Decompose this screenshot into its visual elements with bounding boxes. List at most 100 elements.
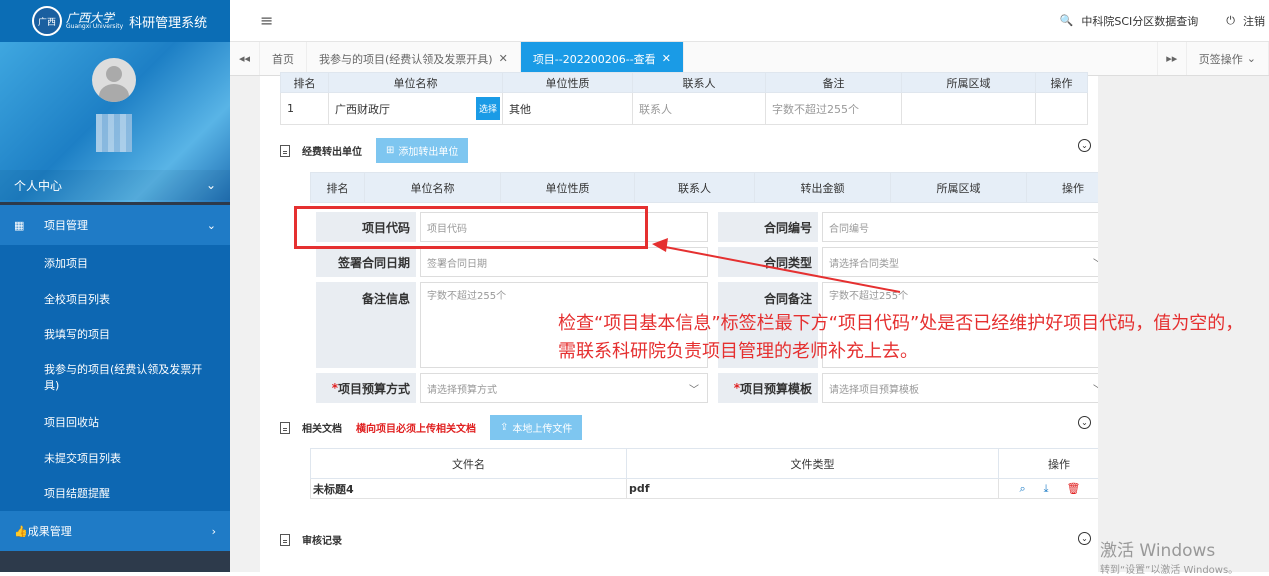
document-icon xyxy=(280,533,290,546)
contract-no-label: 合同编号 xyxy=(718,212,818,242)
top-bar: ≡ 🔍 中科院SCI分区数据查询 ⏻ 注销 xyxy=(230,0,1269,42)
th-rank: 排名 xyxy=(310,172,365,203)
chevron-down-icon: ⌄ xyxy=(206,218,216,232)
unit-table: 排名 单位名称 单位性质 联系人 备注 所属区域 操作 1 广西财政厅 选择 其他… xyxy=(280,72,1088,125)
tab-home[interactable]: 首页 xyxy=(260,42,307,75)
tab-participated[interactable]: 我参与的项目(经费认领及发票开具) ✕ xyxy=(307,42,521,75)
th-amount: 转出金额 xyxy=(754,172,891,203)
page-ops-dropdown[interactable]: 页签操作 ⌄ xyxy=(1187,42,1269,75)
add-transfer-unit-button[interactable]: ⊞ 添加转出单位 xyxy=(376,138,469,163)
watermark-line2: 转到“设置”以激活 Windows。 xyxy=(1100,565,1239,576)
logout-link[interactable]: 注销 xyxy=(1243,13,1265,29)
document-icon xyxy=(280,144,290,157)
th-nature: 单位性质 xyxy=(502,72,633,93)
contract-no-input[interactable]: 合同编号 xyxy=(822,212,1112,242)
search-icon[interactable]: 🔍 xyxy=(1060,14,1074,27)
highlight-box xyxy=(294,206,648,249)
docs-table: 文件名 文件类型 操作 未标题4 pdf ⌕⤓🗑 xyxy=(310,448,1120,499)
chevron-right-icon: › xyxy=(211,524,216,538)
table-row: 未标题4 pdf ⌕⤓🗑 xyxy=(310,478,1120,499)
sign-date-input[interactable]: 签署合同日期 xyxy=(420,247,708,277)
sidebar-submenu: 添加项目 全校项目列表 我填写的项目 我参与的项目(经费认领及发票开具) 项目回… xyxy=(0,245,230,512)
th-name: 单位名称 xyxy=(328,72,503,93)
avatar[interactable] xyxy=(92,58,136,102)
tab-label: 项目--202200206--查看 xyxy=(532,52,656,66)
cell-nature[interactable]: 其他 xyxy=(502,92,633,125)
top-right-actions: 🔍 中科院SCI分区数据查询 ⏻ 注销 xyxy=(1060,13,1269,29)
collapse-chevron-icon[interactable]: ⌄ xyxy=(1078,139,1091,152)
tabs-right: ▸▸ 页签操作 ⌄ xyxy=(1156,42,1269,75)
tab-label: 我参与的项目(经费认领及发票开具) xyxy=(319,52,493,66)
close-icon[interactable]: ✕ xyxy=(499,52,508,65)
section-title: 相关文档 xyxy=(302,424,342,435)
add-file-icon: ⊞ xyxy=(386,145,395,156)
menu-toggle-icon[interactable]: ≡ xyxy=(260,11,273,30)
table-header: 排名 单位名称 单位性质 联系人 备注 所属区域 操作 xyxy=(280,72,1088,93)
button-label: 添加转出单位 xyxy=(398,147,459,158)
watermark-line1: 激活 Windows xyxy=(1100,541,1216,561)
power-icon[interactable]: ⏻ xyxy=(1226,14,1235,28)
university-seal-icon: 广西 xyxy=(32,6,62,36)
select-button[interactable]: 选择 xyxy=(475,97,500,120)
sidebar-group-achievements[interactable]: 👍 成果管理 › xyxy=(0,511,230,552)
university-logo: 广西大学 Guangxi University xyxy=(66,12,123,30)
label-text: 项目预算模板 xyxy=(739,381,812,396)
table-header: 排名 单位名称 单位性质 联系人 转出金额 所属区域 操作 xyxy=(310,172,1120,203)
sidebar-item-unsubmitted[interactable]: 未提交项目列表 xyxy=(0,440,230,476)
cell-name[interactable]: 广西财政厅 选择 xyxy=(328,92,503,125)
budget-mode-select[interactable]: 请选择预算方式 ﹀ xyxy=(420,373,708,403)
upload-file-button[interactable]: ⇪ 本地上传文件 xyxy=(490,415,583,440)
th-nature: 单位性质 xyxy=(500,172,635,203)
sign-date-label: 签署合同日期 xyxy=(316,247,416,277)
th-filename: 文件名 xyxy=(310,448,627,479)
tab-project-view[interactable]: 项目--202200206--查看 ✕ xyxy=(520,42,684,75)
sidebar-group-label: 成果管理 xyxy=(27,525,72,539)
th-note: 备注 xyxy=(765,72,902,93)
sci-query-link[interactable]: 中科院SCI分区数据查询 xyxy=(1081,13,1198,29)
docs-warning: 横向项目必须上传相关文档 xyxy=(356,424,476,435)
cell-contact[interactable]: 联系人 xyxy=(632,92,766,125)
sidebar-item-my-participated[interactable]: 我参与的项目(经费认领及发票开具) xyxy=(0,352,230,404)
section-title: 审核记录 xyxy=(302,536,342,547)
delete-icon[interactable]: 🗑 xyxy=(1067,482,1099,495)
document-icon xyxy=(280,421,290,434)
cell-ops xyxy=(1035,92,1088,125)
th-contact: 联系人 xyxy=(632,72,766,93)
tabs-scroll-left-icon[interactable]: ◂◂ xyxy=(230,42,260,75)
chevron-down-icon: ﹀ xyxy=(689,385,699,396)
budget-template-select[interactable]: 请选择项目预算模板﹀ xyxy=(822,373,1112,403)
thumbs-up-icon: 👍 xyxy=(14,524,28,538)
profile-panel: 个人中心 ⌄ xyxy=(0,42,230,202)
close-icon[interactable]: ✕ xyxy=(662,52,671,65)
download-icon[interactable]: ⤓ xyxy=(1044,482,1067,495)
logo-en: Guangxi University xyxy=(66,23,124,30)
sidebar-item-add-project[interactable]: 添加项目 xyxy=(0,245,230,281)
budget-template-label: * 项目预算模板 xyxy=(718,373,818,403)
contract-type-select[interactable]: 请选择合同类型﹀ xyxy=(822,247,1112,277)
cell-note[interactable]: 字数不超过255个 xyxy=(765,92,902,125)
chevron-down-icon: ⌄ xyxy=(205,178,216,192)
profile-menu[interactable]: 个人中心 ⌄ xyxy=(0,170,230,200)
sidebar-group-project-management[interactable]: ▦ 项目管理 ⌄ xyxy=(0,205,230,245)
tabs-scroll-right-icon[interactable]: ▸▸ xyxy=(1156,42,1187,75)
sidebar-item-all-projects[interactable]: 全校项目列表 xyxy=(0,281,230,317)
th-contact: 联系人 xyxy=(634,172,755,203)
th-rank: 排名 xyxy=(280,72,329,93)
cell-region[interactable] xyxy=(901,92,1036,125)
section-title: 经费转出单位 xyxy=(302,147,362,158)
collapse-chevron-icon[interactable]: ⌄ xyxy=(1078,416,1091,429)
sidebar-item-recycle-bin[interactable]: 项目回收站 xyxy=(0,404,230,440)
collapse-chevron-icon[interactable]: ⌄ xyxy=(1078,532,1091,545)
blurred-username xyxy=(96,114,132,152)
cell-rank[interactable]: 1 xyxy=(280,92,329,125)
sidebar-item-my-filled[interactable]: 我填写的项目 xyxy=(0,316,230,352)
sidebar-nav: ▦ 项目管理 ⌄ 添加项目 全校项目列表 我填写的项目 我参与的项目(经费认领及… xyxy=(0,205,230,552)
sidebar: 广西 广西大学 Guangxi University 科研管理系统 个人中心 ⌄… xyxy=(0,0,230,572)
contract-type-label: 合同类型 xyxy=(718,247,818,277)
preview-icon[interactable]: ⌕ xyxy=(1019,482,1043,495)
budget-mode-label: * 项目预算方式 xyxy=(316,373,416,403)
sidebar-item-closure-reminder[interactable]: 项目结题提醒 xyxy=(0,475,230,511)
sidebar-group-label: 项目管理 xyxy=(44,219,88,232)
transfer-section-header: 经费转出单位 ⊞ 添加转出单位 xyxy=(280,138,469,163)
chevron-down-icon: ⌄ xyxy=(1246,52,1256,65)
